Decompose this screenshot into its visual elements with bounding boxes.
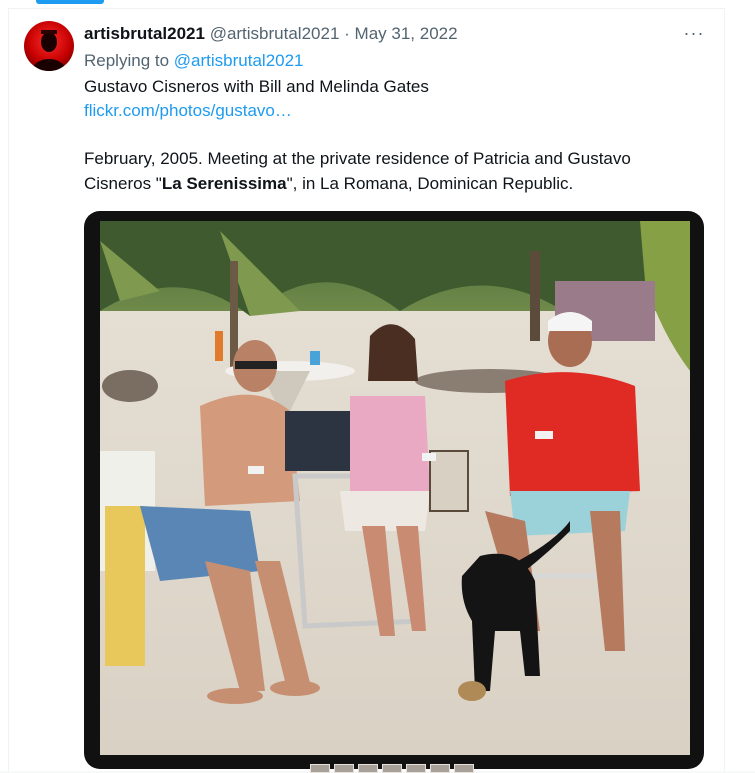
more-dots-icon[interactable]: ···	[682, 24, 706, 46]
reply-handle-link[interactable]: @artisbrutal2021	[174, 51, 304, 70]
reply-context: Replying to @artisbrutal2021	[84, 51, 304, 71]
photo-thumbnail[interactable]	[406, 764, 426, 773]
photo-thumbnail[interactable]	[430, 764, 450, 773]
avatar[interactable]	[24, 21, 74, 71]
photo-thumbnail[interactable]	[358, 764, 378, 773]
tweet-frame: artisbrutal2021 @artisbrutal2021 · May 3…	[0, 0, 755, 773]
tweet-text-line: February, 2005. Meeting at the private r…	[84, 149, 631, 168]
active-tab-indicator	[36, 0, 104, 4]
text-segment: ", in La Romana, Dominican Republic.	[286, 174, 574, 193]
photo-thumbnail[interactable]	[454, 764, 474, 773]
text-segment: Cisneros "	[84, 174, 162, 193]
bold-text-segment: La Serenissima	[161, 174, 287, 193]
tweet-link[interactable]: flickr.com/photos/gustavo…	[84, 101, 292, 121]
separator: ·	[344, 24, 350, 43]
tweet-text-line: Gustavo Cisneros with Bill and Melinda G…	[84, 77, 429, 96]
divider	[8, 8, 9, 771]
tweet-date[interactable]: May 31, 2022	[355, 24, 458, 43]
display-name[interactable]: artisbrutal2021	[84, 24, 205, 43]
tweet-text-line: Cisneros "La Serenissima", in La Romana,…	[84, 174, 573, 194]
photo-thumbnail[interactable]	[382, 764, 402, 773]
divider	[724, 8, 725, 771]
tweet-header: artisbrutal2021 @artisbrutal2021 · May 3…	[84, 24, 458, 44]
photo-thumbnail[interactable]	[310, 764, 330, 773]
tweet-media[interactable]	[84, 211, 704, 769]
beach-photo	[100, 221, 690, 755]
photo-thumbnail[interactable]	[334, 764, 354, 773]
reply-prefix: Replying to	[84, 51, 170, 70]
silhouette-avatar-icon	[32, 30, 66, 71]
divider	[8, 8, 725, 9]
handle[interactable]: @artisbrutal2021	[210, 24, 340, 43]
